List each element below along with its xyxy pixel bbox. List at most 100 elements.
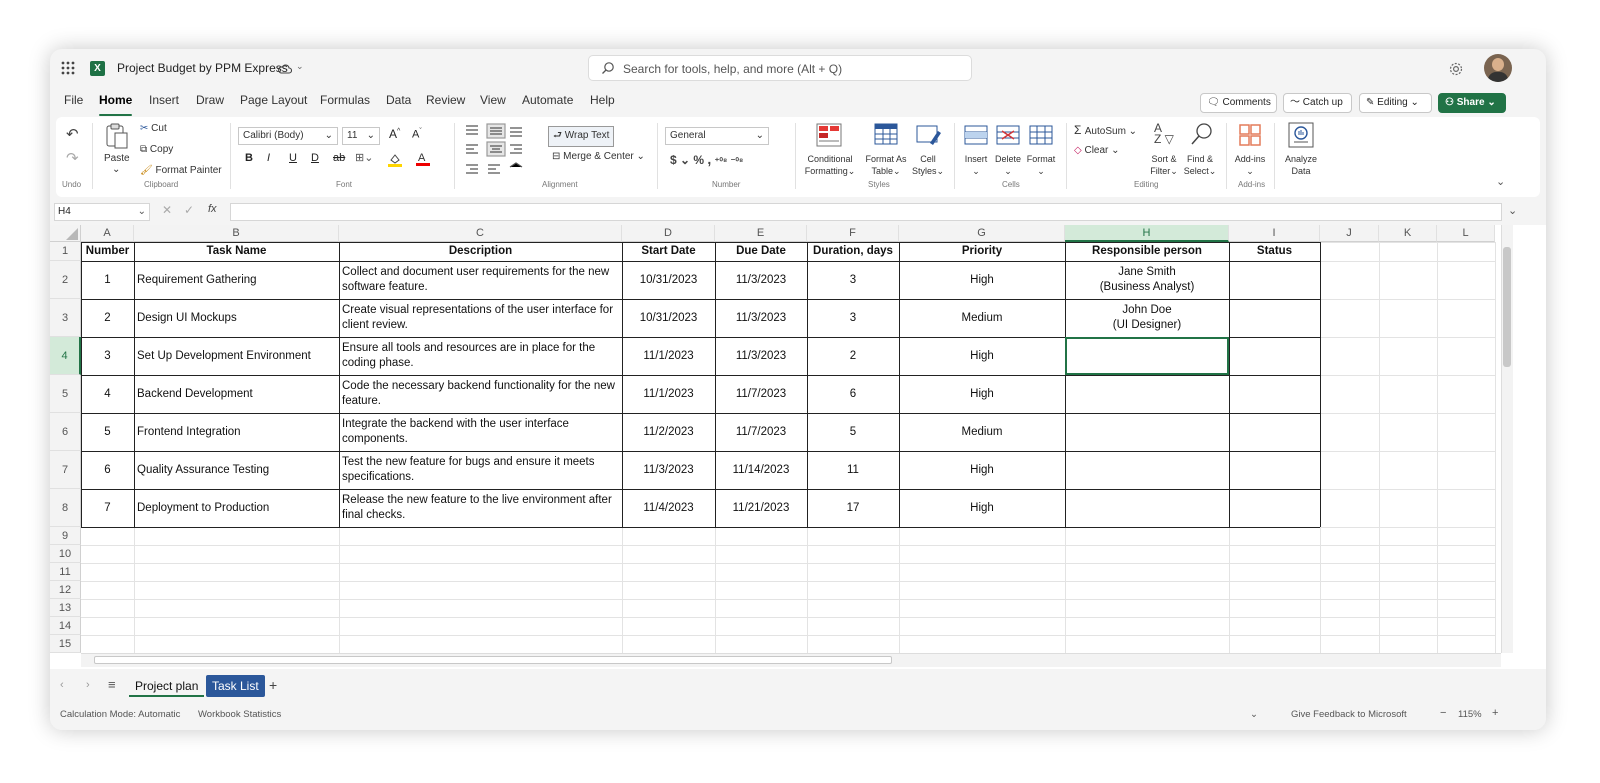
format-as-table-button[interactable]: Format As Table⌄ <box>861 153 911 177</box>
vertical-scroll-thumb[interactable] <box>1503 247 1511 367</box>
tab-insert[interactable]: Insert <box>149 93 179 111</box>
table-cell[interactable]: 10/31/2023 <box>622 261 715 299</box>
tab-page-layout[interactable]: Page Layout <box>240 93 307 111</box>
table-cell[interactable]: 5 <box>807 413 899 451</box>
find-select-button[interactable]: Find & Select⌄ <box>1182 153 1218 177</box>
table-cell[interactable] <box>1229 375 1320 413</box>
sheet-tab-project-plan[interactable]: Project plan <box>129 675 205 697</box>
tab-draw[interactable]: Draw <box>196 93 224 111</box>
table-cell[interactable]: High <box>899 451 1065 489</box>
paste-icon[interactable] <box>105 122 129 150</box>
decrease-font-icon[interactable]: Aˇ <box>412 128 422 141</box>
cancel-entry-icon[interactable]: ✕ <box>162 203 172 217</box>
table-cell[interactable]: 11/21/2023 <box>715 489 807 527</box>
table-cell[interactable] <box>1229 413 1320 451</box>
table-cell[interactable]: 11 <box>807 451 899 489</box>
insert-cells-button[interactable]: Insert ⌄ <box>962 153 990 177</box>
sort-filter-button[interactable]: Sort & Filter⌄ <box>1148 153 1180 177</box>
chevron-right-icon[interactable]: › <box>86 679 90 691</box>
settings-gear-icon[interactable] <box>1448 61 1464 77</box>
find-icon[interactable] <box>1190 122 1214 151</box>
delete-cells-button[interactable]: Delete ⌄ <box>993 153 1023 177</box>
table-cell[interactable]: 11/1/2023 <box>622 375 715 413</box>
table-cell[interactable]: High <box>899 261 1065 299</box>
name-box[interactable]: H4 ⌄ <box>54 203 150 221</box>
table-cell[interactable]: Design UI Mockups <box>134 299 339 337</box>
tab-review[interactable]: Review <box>426 93 465 111</box>
table-cell[interactable]: Requirement Gathering <box>134 261 339 299</box>
table-header-cell[interactable]: Status <box>1229 242 1320 261</box>
table-cell[interactable]: High <box>899 337 1065 375</box>
chevron-down-icon[interactable]: ⌄ <box>1508 204 1517 217</box>
table-cell[interactable]: 3 <box>807 261 899 299</box>
table-cell[interactable]: 6 <box>807 375 899 413</box>
chevron-down-icon[interactable]: ⌄ <box>112 164 120 175</box>
table-cell[interactable]: Deployment to Production <box>134 489 339 527</box>
cell-styles-button[interactable]: Cell Styles⌄ <box>909 153 947 177</box>
table-header-cell[interactable]: Number <box>81 242 134 261</box>
table-cell[interactable] <box>1065 413 1229 451</box>
table-cell[interactable]: Backend Development <box>134 375 339 413</box>
table-cell[interactable]: 11/4/2023 <box>622 489 715 527</box>
insert-function-icon[interactable]: fx <box>208 203 217 215</box>
table-cell[interactable]: Integrate the backend with the user inte… <box>339 413 622 451</box>
tab-view[interactable]: View <box>480 93 506 111</box>
table-cell[interactable]: 10/31/2023 <box>622 299 715 337</box>
add-ins-icon[interactable] <box>1238 123 1262 152</box>
calculation-mode[interactable]: Calculation Mode: Automatic <box>60 709 180 720</box>
all-sheets-menu-icon[interactable]: ≡ <box>108 677 116 692</box>
number-format-dropdown[interactable]: General ⌄ <box>665 127 769 145</box>
table-cell[interactable]: Jane Smith (Business Analyst) <box>1065 261 1229 299</box>
table-cell[interactable]: High <box>899 489 1065 527</box>
sort-filter-icon[interactable]: AZ ▽ <box>1154 122 1174 145</box>
strikethrough-icon[interactable]: ab <box>333 152 345 164</box>
zoom-level[interactable]: 115% <box>1458 709 1482 720</box>
table-cell[interactable] <box>1229 299 1320 337</box>
table-cell[interactable] <box>1065 489 1229 527</box>
table-cell[interactable] <box>1229 489 1320 527</box>
table-cell[interactable] <box>1229 451 1320 489</box>
table-cell[interactable]: 11/3/2023 <box>715 337 807 375</box>
fill-color-icon[interactable] <box>387 151 403 167</box>
sheet-tab-task-list[interactable]: Task List <box>206 675 265 697</box>
alignment-icons[interactable] <box>464 123 528 177</box>
merge-center-button[interactable]: ⊟ Merge & Center ⌄ <box>552 151 645 162</box>
table-cell[interactable]: 2 <box>807 337 899 375</box>
cloud-save-icon[interactable] <box>278 62 293 74</box>
app-launcher-icon[interactable] <box>60 60 76 76</box>
table-cell[interactable]: 7 <box>81 489 134 527</box>
table-cell[interactable]: Code the necessary backend functionality… <box>339 375 622 413</box>
comments-button[interactable]: 🗨 Comments <box>1200 93 1277 113</box>
confirm-entry-icon[interactable]: ✓ <box>184 203 194 217</box>
table-cell[interactable]: Medium <box>899 299 1065 337</box>
table-header-cell[interactable]: Task Name <box>134 242 339 261</box>
italic-icon[interactable]: I <box>267 152 270 164</box>
delete-cells-icon[interactable] <box>996 125 1020 150</box>
share-button[interactable]: ⚇ Share ⌄ <box>1438 93 1506 113</box>
number-format-icons[interactable]: $ ⌄ % , ⁺⁰⁸ ⁻⁰⁸ <box>670 151 743 167</box>
font-color-icon[interactable]: A <box>415 150 431 167</box>
add-ins-button[interactable]: Add-ins ⌄ <box>1230 153 1270 177</box>
table-cell[interactable] <box>1065 451 1229 489</box>
font-name-dropdown[interactable]: Calibri (Body) ⌄ <box>238 127 338 145</box>
tab-automate[interactable]: Automate <box>522 93 573 111</box>
cell-styles-icon[interactable] <box>916 123 942 152</box>
copy-button[interactable]: ⧉ Copy <box>140 144 173 155</box>
tab-data[interactable]: Data <box>386 93 411 111</box>
double-underline-icon[interactable]: D <box>311 152 319 164</box>
spreadsheet-grid[interactable]: A B C D E F G H I J K L 1 2 3 4 5 6 7 8 9 10 11 12 13 14 15 Number T… <box>50 225 1546 669</box>
table-cell[interactable]: Create visual representations of the use… <box>339 299 622 337</box>
table-header-cell[interactable]: Responsible person <box>1065 242 1229 261</box>
table-cell[interactable]: Test the new feature for bugs and ensure… <box>339 451 622 489</box>
chevron-left-icon[interactable]: ‹ <box>60 679 64 691</box>
table-cell[interactable]: 11/14/2023 <box>715 451 807 489</box>
undo-icon[interactable]: ↶ <box>66 125 79 143</box>
table-cell[interactable]: 11/2/2023 <box>622 413 715 451</box>
zoom-in-icon[interactable]: + <box>1492 707 1498 719</box>
increase-font-icon[interactable]: A^ <box>389 127 400 141</box>
font-size-dropdown[interactable]: 11 ⌄ <box>342 127 380 145</box>
document-title[interactable]: Project Budget by PPM Express <box>117 61 288 75</box>
analyze-data-icon[interactable] <box>1288 122 1314 153</box>
table-cell[interactable]: 2 <box>81 299 134 337</box>
redo-icon[interactable]: ↷ <box>66 149 79 167</box>
